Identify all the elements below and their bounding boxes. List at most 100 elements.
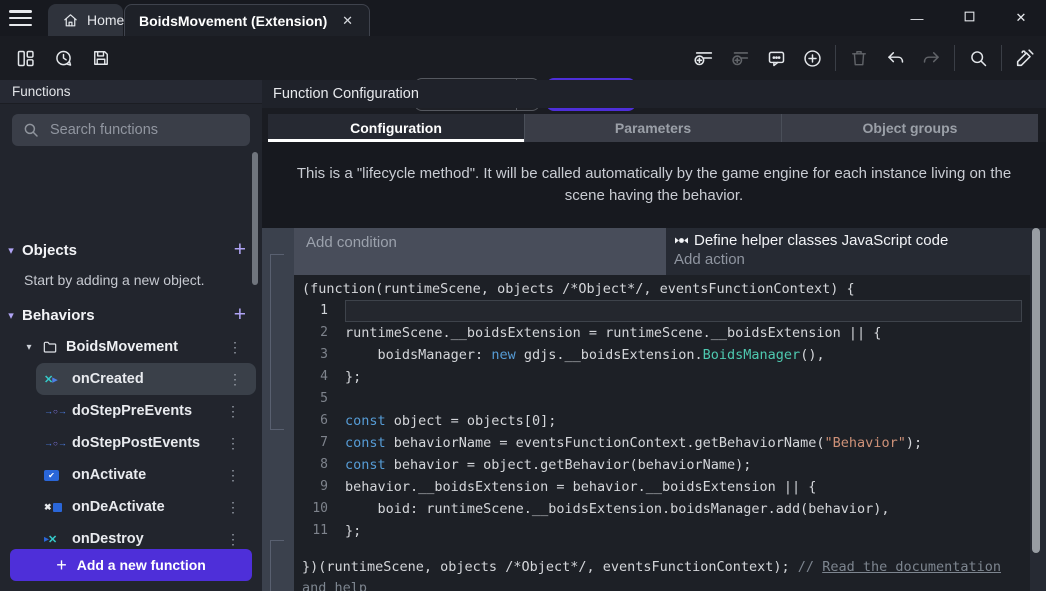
code-text: boid: runtimeScene.__boidsExtension.boid… [345, 498, 1022, 520]
tab-object-groups[interactable]: Object groups [781, 114, 1038, 142]
kebab-menu-icon[interactable]: ⋮ [228, 339, 242, 356]
tab-doc-label: BoidsMovement (Extension) [139, 13, 327, 29]
code-text: const behaviorName = eventsFunctionConte… [345, 432, 1022, 454]
line-number: 11 [294, 520, 328, 542]
tab-configuration[interactable]: Configuration [268, 114, 524, 142]
chevron-down-icon[interactable]: ▾ [20, 342, 38, 353]
tab-parameters[interactable]: Parameters [524, 114, 781, 142]
add-subevent-icon[interactable] [727, 45, 753, 71]
code-header-line: (function(runtimeScene, objects /*Object… [294, 275, 1030, 300]
toolbar-divider [835, 45, 836, 71]
tab-boidsmovement-extension[interactable]: BoidsMovement (Extension) ✕ [124, 4, 370, 36]
code-line-7[interactable]: 7 const behaviorName = eventsFunctionCont… [294, 432, 1030, 454]
js-code-editor[interactable]: (function(runtimeScene, objects /*Object… [294, 275, 1030, 591]
toolbar-divider [1001, 45, 1002, 71]
tab-home[interactable]: Home [48, 4, 123, 36]
kebab-menu-icon[interactable]: ⋮ [226, 467, 240, 484]
add-action-label[interactable]: Add action [674, 251, 1046, 268]
kebab-menu-icon[interactable]: ⋮ [226, 435, 240, 452]
functions-sidebar: Functions ▾ Objects + Start by adding a … [0, 80, 262, 591]
code-line-5[interactable]: 5 [294, 388, 1030, 410]
code-line-8[interactable]: 8const behavior = object.getBehavior(beh… [294, 454, 1030, 476]
function-label: onActivate [72, 467, 146, 483]
sidebar-item-dosteppreevents[interactable]: →○→doStepPreEvents⋮ [0, 395, 262, 427]
add-behavior-button[interactable]: + [234, 303, 246, 327]
line-number: 1 [294, 300, 328, 322]
code-line-11[interactable]: 11}; [294, 520, 1030, 542]
project-manager-icon[interactable] [12, 45, 38, 71]
add-function-button[interactable]: + Add a new function [10, 549, 252, 581]
save-icon[interactable] [88, 45, 114, 71]
search-functions-box[interactable] [12, 114, 250, 146]
search-functions-input[interactable] [50, 122, 230, 138]
add-condition-label: Add condition [306, 234, 397, 251]
sidebar-item-ondeactivate[interactable]: ✖onDeActivate⋮ [0, 491, 262, 523]
chevron-down-icon[interactable]: ▾ [0, 244, 22, 257]
behaviors-header-label: Behaviors [22, 307, 95, 324]
close-window-icon[interactable]: ✕ [1012, 10, 1030, 26]
search-icon[interactable] [965, 45, 991, 71]
behavior-group-boidsmovement[interactable]: ▾ BoidsMovement ⋮ [0, 332, 262, 362]
code-line-10[interactable]: 10 boid: runtimeScene.__boidsExtension.b… [294, 498, 1030, 520]
sidebar-scrollbar[interactable] [252, 152, 258, 285]
kebab-menu-icon[interactable]: ⋮ [226, 499, 240, 516]
events-scrollbar[interactable] [1032, 228, 1040, 553]
kebab-menu-icon[interactable]: ⋮ [226, 531, 240, 548]
code-text [345, 300, 1022, 322]
behavior-group-label: BoidsMovement [66, 339, 178, 355]
configuration-tabs: Configuration Parameters Object groups [268, 114, 1038, 142]
close-tab-icon[interactable]: ✕ [340, 13, 355, 29]
objects-header-label: Objects [22, 242, 77, 259]
line-number: 7 [294, 432, 328, 454]
home-icon [62, 11, 79, 29]
choose-event-icon[interactable] [799, 45, 825, 71]
version-history-icon[interactable] [50, 45, 76, 71]
js-event-title-label: Define helper classes JavaScript code [694, 232, 948, 249]
edit-extension-icon[interactable] [1012, 45, 1038, 71]
lifecycle-description: This is a "lifecycle method". It will be… [262, 142, 1046, 228]
maximize-icon[interactable] [960, 10, 978, 26]
toolbar: Preview Share [0, 36, 1046, 80]
code-line-2[interactable]: 2runtimeScene.__boidsExtension = runtime… [294, 322, 1030, 344]
redo-icon[interactable] [918, 45, 944, 71]
add-condition-cell[interactable]: Add condition [294, 228, 666, 275]
search-icon [22, 121, 40, 139]
code-footer-line: })(runtimeScene, objects /*Object*/, eve… [294, 557, 1030, 591]
delete-icon[interactable] [846, 45, 872, 71]
main-menu-icon[interactable] [9, 10, 32, 26]
js-event-title[interactable]: Define helper classes JavaScript code [674, 232, 1046, 249]
events-sheet: Add condition Define helper classes Java… [262, 228, 1046, 591]
code-line-3[interactable]: 3 boidsManager: new gdjs.__boidsExtensio… [294, 344, 1030, 366]
code-text: behavior.__boidsExtension = behavior.__b… [345, 476, 1022, 498]
ondestroy-icon: ▸✕ [44, 531, 66, 547]
gdevelop-window: Home BoidsMovement (Extension) ✕ — ✕ [0, 0, 1046, 591]
code-line-4[interactable]: 4}; [294, 366, 1030, 388]
kebab-menu-icon[interactable]: ⋮ [226, 403, 240, 420]
function-label: onDestroy [72, 531, 144, 547]
add-comment-icon[interactable] [763, 45, 789, 71]
sidebar-item-dosteppostevents[interactable]: →○→doStepPostEvents⋮ [0, 427, 262, 459]
code-text: }; [345, 366, 1022, 388]
sidebar-item-movetoposition[interactable]: »MoveToPosition⋮ [0, 587, 262, 591]
objects-section-header[interactable]: ▾ Objects + [0, 234, 262, 266]
function-configuration-header: Function Configuration [262, 80, 1046, 108]
add-object-button[interactable]: + [234, 238, 246, 262]
minimize-icon[interactable]: — [908, 11, 926, 26]
toolbar-divider [954, 45, 955, 71]
code-line-9[interactable]: 9behavior.__boidsExtension = behavior.__… [294, 476, 1030, 498]
sidebar-item-onactivate[interactable]: ✔onActivate⋮ [0, 459, 262, 491]
behaviors-section-header[interactable]: ▾ Behaviors + [0, 299, 262, 331]
code-text: }; [345, 520, 1022, 542]
code-line-1[interactable]: 1 [294, 300, 1030, 322]
chevron-down-icon[interactable]: ▾ [0, 309, 22, 322]
line-number: 2 [294, 322, 328, 344]
kebab-menu-icon[interactable]: ⋮ [228, 371, 242, 388]
line-number: 6 [294, 410, 328, 432]
sidebar-item-oncreated[interactable]: ✕▸onCreated⋮ [36, 363, 256, 395]
event-bracket [270, 540, 284, 591]
function-label: doStepPreEvents [72, 403, 192, 419]
oncreated-icon: ✕▸ [44, 371, 66, 387]
undo-icon[interactable] [882, 45, 908, 71]
code-line-6[interactable]: 6const object = objects[0]; [294, 410, 1030, 432]
add-event-icon[interactable] [691, 45, 717, 71]
